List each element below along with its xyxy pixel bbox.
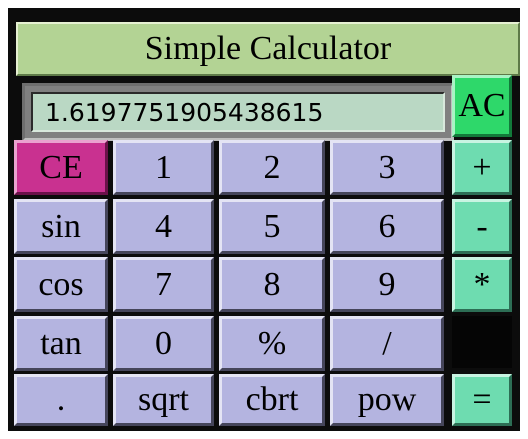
- multiply-button[interactable]: *: [452, 257, 512, 312]
- digit-1-button[interactable]: 1: [113, 140, 214, 195]
- power-button[interactable]: pow: [330, 374, 444, 426]
- digit-7-button[interactable]: 7: [113, 257, 214, 312]
- add-button[interactable]: +: [452, 140, 512, 195]
- digit-0-button[interactable]: 0: [113, 316, 214, 371]
- calculator-frame: Simple Calculator 1.6197751905438615 AC …: [8, 8, 520, 431]
- digit-5-button[interactable]: 5: [219, 199, 325, 254]
- calculator-title: Simple Calculator: [16, 22, 520, 76]
- tan-button[interactable]: tan: [14, 316, 108, 371]
- cos-button[interactable]: cos: [14, 257, 108, 312]
- cube-root-button[interactable]: cbrt: [219, 374, 325, 426]
- digit-4-button[interactable]: 4: [113, 199, 214, 254]
- result-display[interactable]: 1.6197751905438615: [31, 92, 445, 132]
- divide-button[interactable]: /: [330, 316, 444, 371]
- equals-button[interactable]: =: [452, 374, 512, 426]
- square-root-button[interactable]: sqrt: [113, 374, 214, 426]
- sin-button[interactable]: sin: [14, 199, 108, 254]
- digit-2-button[interactable]: 2: [219, 140, 325, 195]
- all-clear-button[interactable]: AC: [452, 75, 512, 137]
- digit-8-button[interactable]: 8: [219, 257, 325, 312]
- decimal-point-button[interactable]: .: [14, 374, 108, 426]
- empty-cell: [452, 316, 512, 368]
- digit-3-button[interactable]: 3: [330, 140, 444, 195]
- digit-6-button[interactable]: 6: [330, 199, 444, 254]
- display-frame: 1.6197751905438615: [22, 83, 454, 141]
- clear-entry-button[interactable]: CE: [14, 140, 108, 195]
- subtract-button[interactable]: -: [452, 199, 512, 254]
- percent-button[interactable]: %: [219, 316, 325, 371]
- digit-9-button[interactable]: 9: [330, 257, 444, 312]
